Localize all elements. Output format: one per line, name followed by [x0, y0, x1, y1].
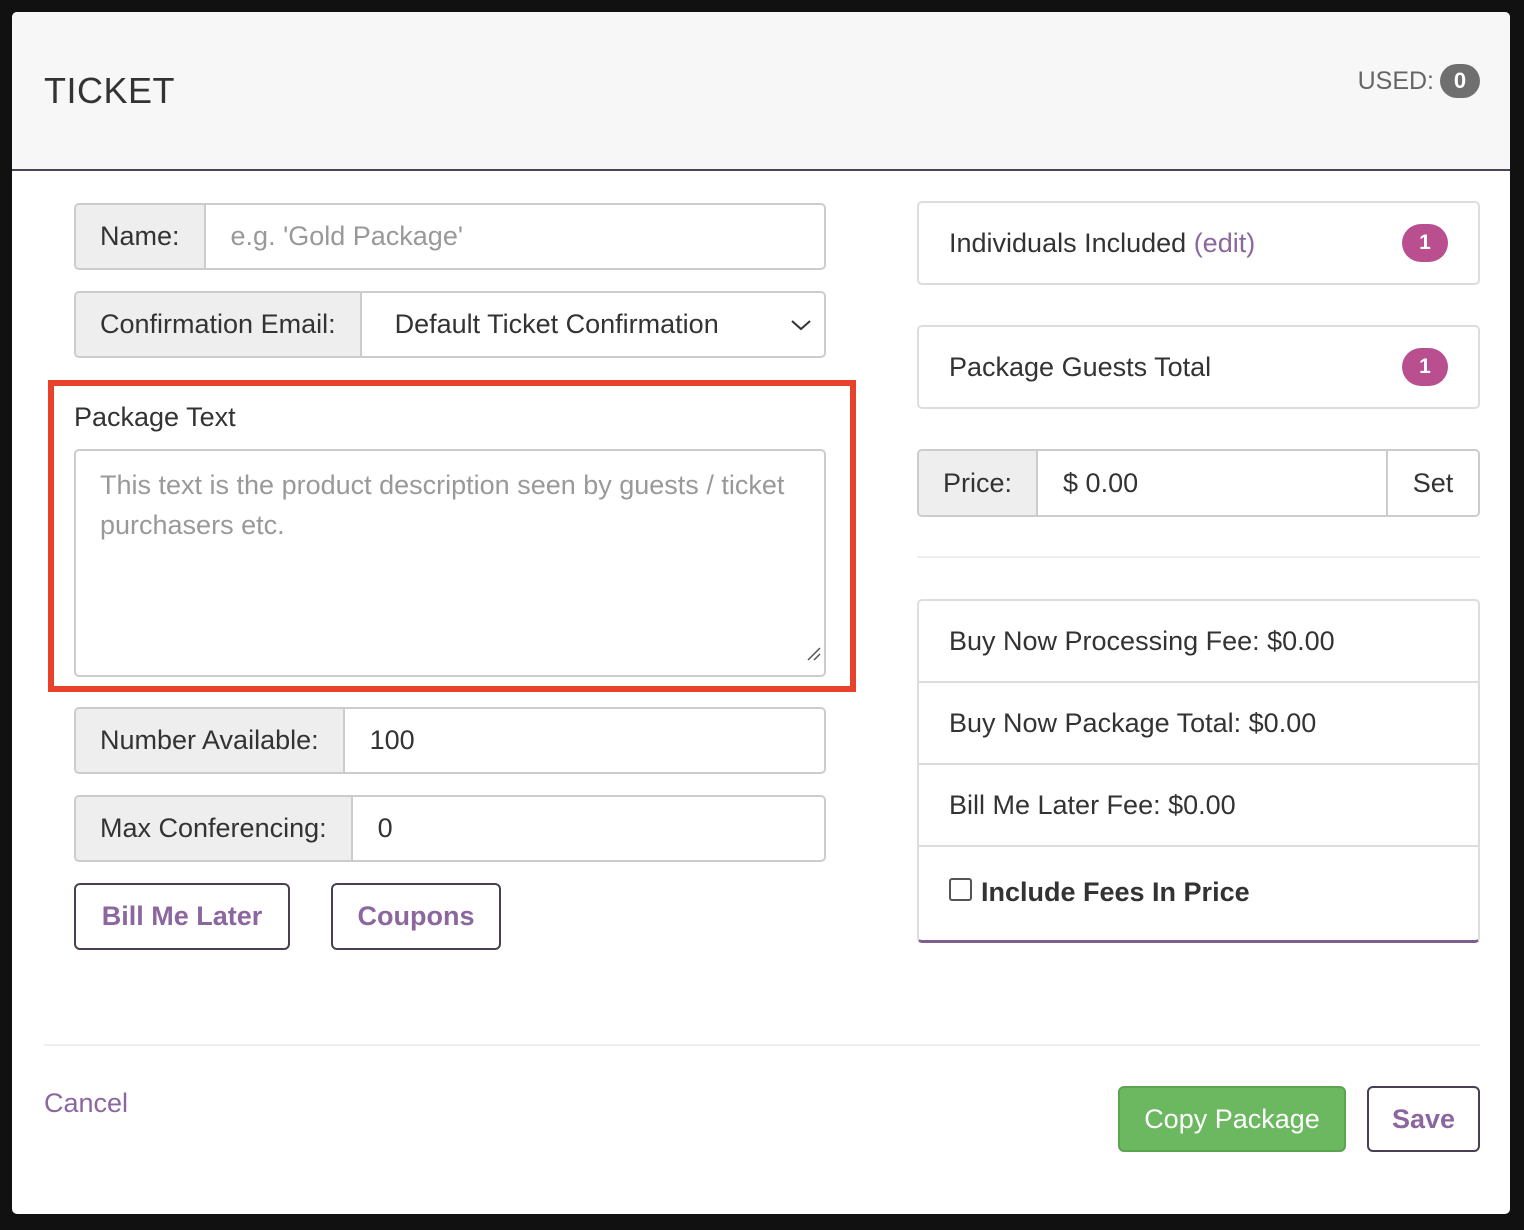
fee-bill-me-later: Bill Me Later Fee: $0.00 [919, 765, 1478, 847]
package-text-placeholder: This text is the product description see… [100, 470, 785, 540]
include-fees-row[interactable]: Include Fees In Price [919, 847, 1478, 940]
fee-list: Buy Now Processing Fee: $0.00 Buy Now Pa… [917, 599, 1480, 943]
confirmation-email-label: Confirmation Email: [76, 293, 362, 356]
individuals-included-panel: Individuals Included (edit) 1 [917, 201, 1480, 285]
individuals-included-label: Individuals Included [949, 227, 1187, 258]
footer-divider [44, 1044, 1480, 1046]
used-count-badge: 0 [1440, 64, 1480, 98]
number-available-group: Number Available: 100 [74, 707, 826, 774]
price-label: Price: [919, 451, 1039, 515]
copy-package-button[interactable]: Copy Package [1118, 1086, 1346, 1152]
guests-total-count-badge: 1 [1402, 348, 1448, 386]
divider [917, 556, 1480, 558]
chevron-down-icon [790, 318, 812, 332]
resize-handle-icon[interactable] [805, 632, 821, 672]
modal-header: TICKET USED: 0 [12, 12, 1510, 171]
confirmation-email-select[interactable]: Default Ticket Confirmation [362, 293, 824, 356]
individuals-included-text: Individuals Included (edit) [949, 228, 1255, 259]
coupons-button[interactable]: Coupons [331, 883, 501, 950]
cancel-link[interactable]: Cancel [44, 1088, 128, 1119]
max-conferencing-label: Max Conferencing: [76, 797, 353, 860]
individuals-count-badge: 1 [1402, 224, 1448, 262]
package-guests-total-panel: Package Guests Total 1 [917, 325, 1480, 409]
price-set-button[interactable]: Set [1386, 451, 1478, 515]
price-input-group: Price: $ 0.00 Set [917, 449, 1480, 517]
name-label: Name: [76, 205, 206, 268]
package-text-textarea[interactable]: This text is the product description see… [74, 449, 826, 677]
fee-buy-now-package-total: Buy Now Package Total: $0.00 [919, 683, 1478, 765]
package-text-label: Package Text [74, 402, 236, 432]
bill-me-later-button[interactable]: Bill Me Later [74, 883, 290, 950]
used-counter: USED: 0 [1358, 64, 1480, 98]
save-button[interactable]: Save [1367, 1086, 1480, 1152]
number-available-input[interactable]: 100 [345, 709, 824, 772]
max-conferencing-group: Max Conferencing: 0 [74, 795, 826, 862]
number-available-label: Number Available: [76, 709, 345, 772]
individuals-edit-link[interactable]: (edit) [1194, 228, 1256, 258]
confirmation-email-value: Default Ticket Confirmation [394, 309, 719, 339]
name-input[interactable]: e.g. 'Gold Package' [206, 205, 824, 268]
fee-buy-now-processing: Buy Now Processing Fee: $0.00 [919, 601, 1478, 683]
price-input[interactable]: $ 0.00 [1038, 451, 1386, 515]
include-fees-checkbox[interactable] [949, 878, 972, 901]
name-input-group: Name: e.g. 'Gold Package' [74, 203, 826, 270]
confirmation-email-group: Confirmation Email: Default Ticket Confi… [74, 291, 826, 358]
include-fees-label[interactable]: Include Fees In Price [981, 877, 1250, 908]
max-conferencing-input[interactable]: 0 [353, 797, 824, 860]
ticket-modal: TICKET USED: 0 Name: e.g. 'Gold Package'… [12, 12, 1510, 1214]
used-label: USED: [1357, 66, 1434, 95]
modal-title: TICKET [44, 70, 176, 111]
package-guests-total-label: Package Guests Total [949, 351, 1212, 382]
